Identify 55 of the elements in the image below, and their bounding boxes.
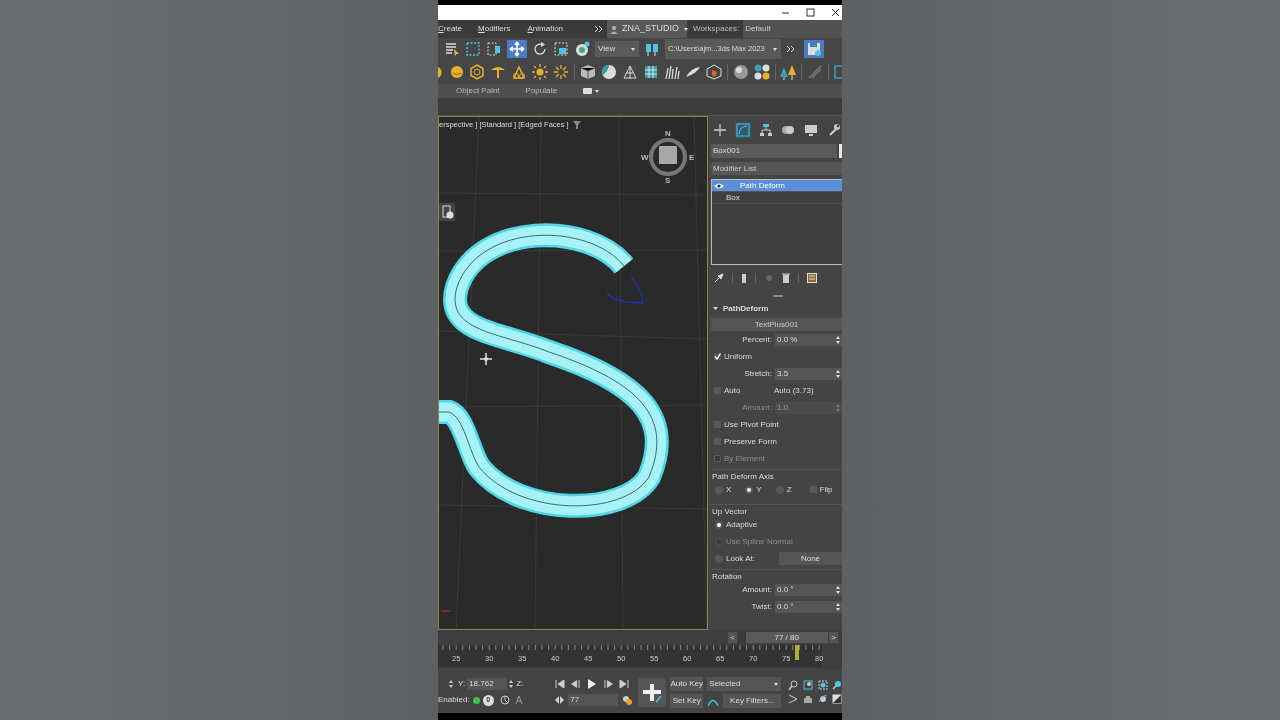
- radio-label[interactable]: Z: [786, 483, 792, 496]
- spinner-field[interactable]: 0.0 °: [775, 600, 842, 613]
- checkbox-label[interactable]: Use Pivot Point: [724, 418, 779, 431]
- workspace-dropdown[interactable]: Default: [743, 20, 842, 38]
- set-key-button[interactable]: Set Key: [670, 693, 704, 708]
- spinner-label: Amount:: [741, 401, 773, 414]
- y-coordinate-field[interactable]: 18.762: [467, 678, 508, 690]
- group-title: Rotation: [711, 571, 743, 581]
- spinner-label: Twist:: [750, 600, 773, 613]
- path-pick-button[interactable]: TextPlus001: [711, 318, 842, 331]
- auto-value-text: Auto (3.73): [774, 384, 814, 397]
- radio-label[interactable]: Y: [756, 483, 762, 496]
- radio-label[interactable]: Look At:: [726, 552, 755, 565]
- view-dropdown[interactable]: View: [595, 41, 639, 57]
- checkbox-label[interactable]: Auto: [724, 384, 741, 397]
- ribbon-tab[interactable]: Object Paint: [456, 85, 500, 97]
- compass-label: W: [641, 152, 649, 164]
- compass-label: S: [665, 175, 671, 187]
- key-mode-dropdown[interactable]: Selected: [707, 676, 782, 691]
- next-frame-button[interactable]: >: [829, 632, 838, 643]
- compass-label: E: [689, 152, 695, 164]
- radio-label[interactable]: X: [726, 483, 732, 496]
- modifier-stack-item[interactable]: Box: [712, 192, 842, 204]
- enabled-label: Enabled:: [438, 694, 470, 706]
- checkbox-label[interactable]: Preserve Form: [724, 435, 777, 448]
- object-name-field[interactable]: Box001: [711, 144, 837, 158]
- spinner-label: Stretch:: [743, 367, 773, 380]
- spinner-field[interactable]: 0.0 %: [775, 333, 842, 346]
- modifier-list-dropdown[interactable]: Modifier List: [711, 162, 842, 175]
- modifier-stack-item[interactable]: Path Deform: [712, 180, 842, 192]
- previous-frame-button[interactable]: <: [728, 632, 737, 643]
- current-frame-field[interactable]: 77: [568, 694, 619, 706]
- spinner-label: Percent:: [741, 333, 773, 346]
- checkbox-label[interactable]: Flip: [819, 483, 833, 496]
- menu-item[interactable]: Modifiers: [478, 23, 511, 35]
- ribbon-tab[interactable]: Populate: [525, 85, 558, 97]
- group-title: Up Vector: [711, 506, 749, 516]
- coordinate-label: Y:: [458, 678, 466, 690]
- user-dropdown[interactable]: ZNA_STUDIO: [607, 20, 688, 38]
- checkbox-label[interactable]: Uniform: [724, 350, 752, 363]
- radio-label[interactable]: Adaptive: [726, 518, 758, 531]
- spinner-label: Amount:: [741, 583, 773, 596]
- modifier-stack[interactable]: Path Deform Box: [711, 179, 842, 265]
- look-at-pick-button[interactable]: None: [779, 552, 842, 565]
- menu-item[interactable]: Animation: [527, 23, 564, 35]
- auto-key-button[interactable]: Auto Key: [670, 676, 704, 691]
- compass-label: N: [665, 128, 671, 140]
- coordinate-label: Z:: [516, 678, 524, 690]
- workspaces-label: Workspaces:: [693, 23, 740, 35]
- spinner-field[interactable]: 0.0 °: [775, 583, 842, 596]
- group-title: Path Deform Axis: [711, 471, 775, 481]
- key-filters-button[interactable]: Key Filters...: [723, 693, 782, 708]
- spinner-field[interactable]: 3.5: [775, 367, 842, 380]
- rollout-header[interactable]: PathDeform: [711, 302, 842, 315]
- menu-item[interactable]: Create: [438, 23, 462, 35]
